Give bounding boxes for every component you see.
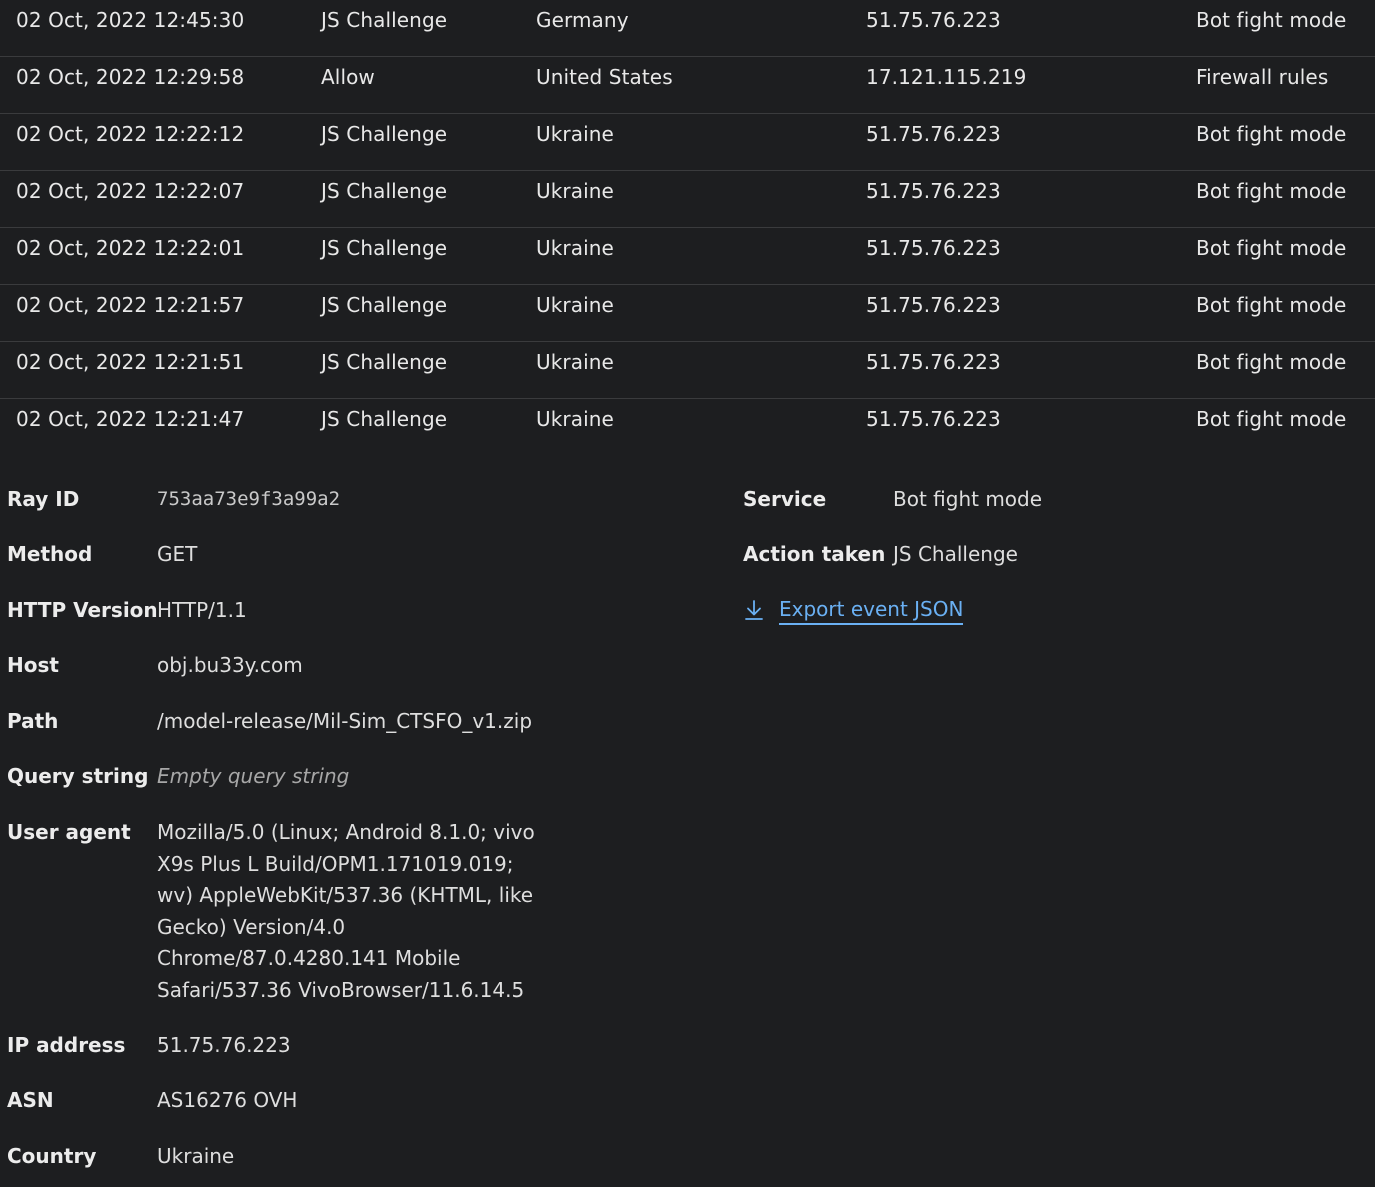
http-version-label: HTTP Version bbox=[7, 598, 158, 622]
event-service: Bot fight mode bbox=[1196, 179, 1347, 203]
service-value: Bot fight mode bbox=[893, 487, 1043, 511]
event-country: Ukraine bbox=[536, 236, 614, 260]
table-row[interactable]: 02 Oct, 2022 12:22:12 JS Challenge Ukrai… bbox=[0, 114, 1375, 171]
table-row[interactable]: 02 Oct, 2022 12:22:07 JS Challenge Ukrai… bbox=[0, 171, 1375, 228]
service-label: Service bbox=[743, 487, 827, 511]
event-date: 02 Oct, 2022 12:29:58 bbox=[16, 65, 245, 89]
event-service: Bot fight mode bbox=[1196, 122, 1347, 146]
country-label: Country bbox=[7, 1144, 97, 1168]
event-service: Bot fight mode bbox=[1196, 8, 1347, 32]
event-action: JS Challenge bbox=[321, 236, 448, 260]
export-event-json-label: Export event JSON bbox=[779, 595, 964, 625]
event-action: JS Challenge bbox=[321, 179, 448, 203]
event-country: Ukraine bbox=[536, 122, 614, 146]
event-country: Ukraine bbox=[536, 293, 614, 317]
event-date: 02 Oct, 2022 12:22:12 bbox=[16, 122, 245, 146]
asn-value: AS16276 OVH bbox=[157, 1088, 298, 1112]
export-event-json-link[interactable]: Export event JSON bbox=[743, 595, 964, 625]
event-ip: 51.75.76.223 bbox=[866, 122, 1001, 146]
ray-id-value: 753aa73e9f3a99a2 bbox=[157, 488, 341, 510]
action-taken-value: JS Challenge bbox=[893, 542, 1018, 566]
table-row[interactable]: 02 Oct, 2022 12:29:58 Allow United State… bbox=[0, 57, 1375, 114]
event-country: Ukraine bbox=[536, 350, 614, 374]
event-service: Firewall rules bbox=[1196, 65, 1329, 89]
host-label: Host bbox=[7, 653, 59, 677]
event-date: 02 Oct, 2022 12:22:07 bbox=[16, 179, 245, 203]
event-date: 02 Oct, 2022 12:22:01 bbox=[16, 236, 245, 260]
event-action: JS Challenge bbox=[321, 8, 448, 32]
event-action: JS Challenge bbox=[321, 293, 448, 317]
host-value: obj.bu33y.com bbox=[157, 653, 303, 677]
event-service: Bot fight mode bbox=[1196, 407, 1347, 431]
event-service: Bot fight mode bbox=[1196, 236, 1347, 260]
table-row[interactable]: 02 Oct, 2022 12:21:57 JS Challenge Ukrai… bbox=[0, 285, 1375, 342]
ip-address-label: IP address bbox=[7, 1033, 126, 1057]
event-country: United States bbox=[536, 65, 673, 89]
table-row[interactable]: 02 Oct, 2022 12:21:51 JS Challenge Ukrai… bbox=[0, 342, 1375, 399]
table-row[interactable]: 02 Oct, 2022 12:45:30 JS Challenge Germa… bbox=[0, 0, 1375, 57]
table-row[interactable]: 02 Oct, 2022 12:22:01 JS Challenge Ukrai… bbox=[0, 228, 1375, 285]
event-date: 02 Oct, 2022 12:21:47 bbox=[16, 407, 245, 431]
event-date: 02 Oct, 2022 12:21:57 bbox=[16, 293, 245, 317]
event-ip: 17.121.115.219 bbox=[866, 65, 1027, 89]
path-label: Path bbox=[7, 709, 59, 733]
http-version-value: HTTP/1.1 bbox=[157, 598, 247, 622]
path-value: /model-release/Mil-Sim_CTSFO_v1.zip bbox=[157, 709, 533, 733]
asn-label: ASN bbox=[7, 1088, 54, 1112]
ray-id-label: Ray ID bbox=[7, 487, 80, 511]
event-country: Germany bbox=[536, 8, 629, 32]
event-service: Bot fight mode bbox=[1196, 293, 1347, 317]
event-action: JS Challenge bbox=[321, 350, 448, 374]
method-label: Method bbox=[7, 542, 93, 566]
event-ip: 51.75.76.223 bbox=[866, 236, 1001, 260]
table-row[interactable]: 02 Oct, 2022 12:21:47 JS Challenge Ukrai… bbox=[0, 399, 1375, 455]
method-value: GET bbox=[157, 542, 198, 566]
event-service: Bot fight mode bbox=[1196, 350, 1347, 374]
event-action: JS Challenge bbox=[321, 407, 448, 431]
event-ip: 51.75.76.223 bbox=[866, 8, 1001, 32]
download-icon bbox=[745, 600, 763, 620]
event-ip: 51.75.76.223 bbox=[866, 407, 1001, 431]
events-table: 02 Oct, 2022 12:45:30 JS Challenge Germa… bbox=[0, 0, 1375, 455]
event-date: 02 Oct, 2022 12:21:51 bbox=[16, 350, 245, 374]
event-action: Allow bbox=[321, 65, 375, 89]
event-action: JS Challenge bbox=[321, 122, 448, 146]
query-string-label: Query string bbox=[7, 764, 149, 788]
action-taken-label: Action taken bbox=[743, 542, 886, 566]
user-agent-label: User agent bbox=[7, 820, 131, 844]
event-country: Ukraine bbox=[536, 407, 614, 431]
event-ip: 51.75.76.223 bbox=[866, 350, 1001, 374]
query-string-value: Empty query string bbox=[157, 764, 350, 788]
ip-address-value: 51.75.76.223 bbox=[157, 1033, 291, 1057]
event-country: Ukraine bbox=[536, 179, 614, 203]
country-value: Ukraine bbox=[157, 1144, 235, 1168]
event-ip: 51.75.76.223 bbox=[866, 293, 1001, 317]
event-date: 02 Oct, 2022 12:45:30 bbox=[16, 8, 245, 32]
user-agent-value: Mozilla/5.0 (Linux; Android 8.1.0; vivo … bbox=[157, 820, 535, 1002]
event-ip: 51.75.76.223 bbox=[866, 179, 1001, 203]
